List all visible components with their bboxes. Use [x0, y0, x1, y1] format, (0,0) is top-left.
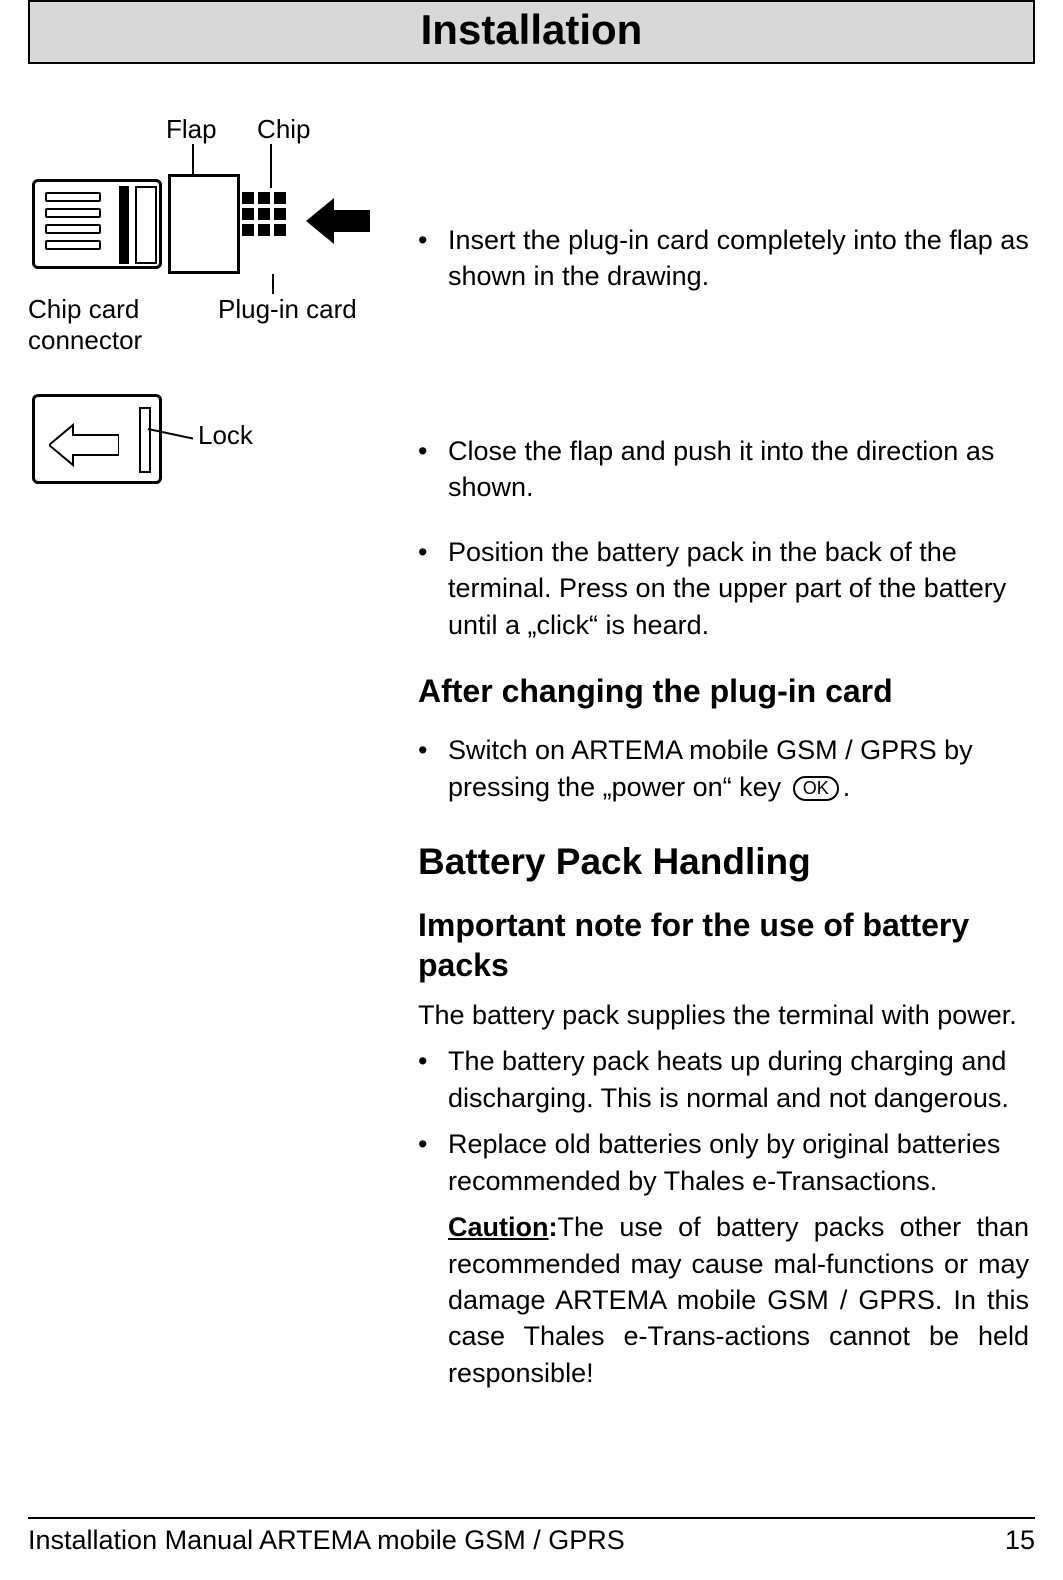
diagram-lock: Lock	[28, 384, 418, 504]
flap-icon	[168, 174, 240, 274]
label-flap: Flap	[166, 114, 217, 145]
chip-icon	[242, 192, 296, 252]
page-footer: Installation Manual ARTEMA mobile GSM / …	[28, 1517, 1035, 1556]
heading-battery-handling: Battery Pack Handling	[418, 841, 1029, 883]
label-chip: Chip	[257, 114, 310, 145]
ok-key-icon: OK	[793, 776, 839, 802]
step-switch-on: • Switch on ARTEMA mobile GSM / GPRS by …	[418, 732, 1029, 805]
note-intro: The battery pack supplies the terminal w…	[418, 997, 1029, 1033]
step-insert-card: • Insert the plug-in card completely int…	[418, 222, 1029, 295]
diagram-plugin-card: Flap Chip	[28, 114, 418, 354]
chip-connector-icon	[32, 179, 162, 269]
note-heat: • The battery pack heats up during charg…	[418, 1043, 1029, 1116]
arrow-white-icon	[49, 423, 119, 472]
label-lock: Lock	[198, 420, 253, 451]
heading-after-change: After changing the plug-in card	[418, 673, 1029, 710]
step-close-flap: • Close the flap and push it into the di…	[418, 433, 1029, 506]
label-connector: Chip card connector	[28, 294, 142, 356]
page-number: 15	[1005, 1525, 1035, 1556]
section-title: Installation	[30, 6, 1033, 54]
arrow-left-icon	[306, 194, 370, 253]
label-plugin: Plug-in card	[218, 294, 357, 325]
caution-note: Caution:The use of battery packs other t…	[418, 1209, 1029, 1391]
heading-important-note: Important note for the use of battery pa…	[418, 905, 1029, 985]
section-header: Installation	[28, 0, 1035, 64]
note-replace: • Replace old batteries only by original…	[418, 1126, 1029, 1199]
step-battery-position: • Position the battery pack in the back …	[418, 534, 1029, 643]
footer-title: Installation Manual ARTEMA mobile GSM / …	[28, 1525, 625, 1556]
